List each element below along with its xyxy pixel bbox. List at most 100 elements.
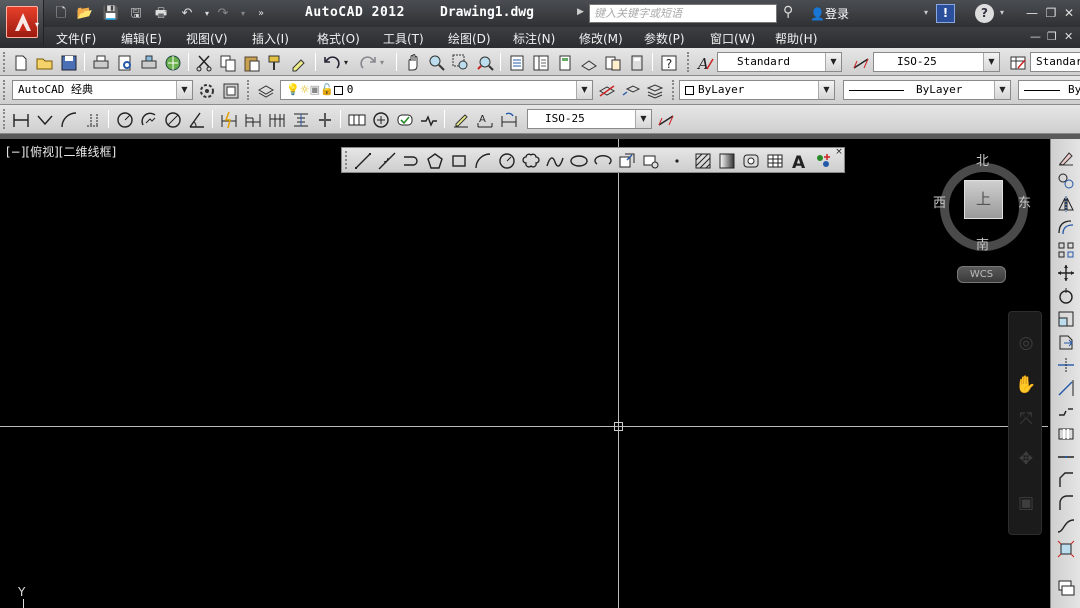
- mirror-icon[interactable]: [1055, 193, 1075, 213]
- plot-icon[interactable]: [90, 52, 110, 72]
- undo-icon[interactable]: [321, 52, 341, 72]
- compass-south[interactable]: 南: [976, 234, 989, 253]
- toolbar-grip[interactable]: [247, 80, 252, 100]
- inspection-icon[interactable]: [394, 109, 414, 129]
- freeze-viewport-icon[interactable]: ▣: [310, 83, 320, 96]
- redo-icon[interactable]: [357, 52, 377, 72]
- save-icon[interactable]: 💾: [102, 5, 120, 22]
- redo-dropdown-icon[interactable]: ▾: [234, 5, 252, 22]
- polyline-icon[interactable]: [400, 150, 420, 170]
- menu-edit[interactable]: 编辑(E): [121, 30, 162, 47]
- toolbar-grip[interactable]: [3, 80, 8, 100]
- ordinate-dimension-icon[interactable]: [82, 109, 102, 129]
- menu-format[interactable]: 格式(O): [317, 30, 360, 47]
- trim-icon[interactable]: [1055, 354, 1075, 374]
- arc-icon[interactable]: [472, 150, 492, 170]
- explode-icon[interactable]: [1055, 538, 1075, 558]
- menu-parameters[interactable]: 参数(P): [644, 30, 685, 47]
- table-style-icon[interactable]: [1007, 52, 1027, 72]
- save-as-icon[interactable]: 🖫: [127, 5, 145, 22]
- angular-dimension-icon[interactable]: [186, 109, 206, 129]
- design-center-icon[interactable]: [530, 52, 550, 72]
- menu-file[interactable]: 文件(F): [56, 30, 96, 47]
- layer-previous-icon[interactable]: [620, 80, 641, 100]
- compass-north[interactable]: 北: [976, 150, 989, 169]
- toolbar-grip[interactable]: [3, 109, 8, 129]
- break-icon[interactable]: [1055, 423, 1075, 443]
- paste-icon[interactable]: [241, 52, 261, 72]
- open-file-icon[interactable]: 📂: [76, 5, 94, 22]
- join-icon[interactable]: [1055, 446, 1075, 466]
- tool-palettes-icon[interactable]: [554, 52, 574, 72]
- menu-dimension[interactable]: 标注(N): [513, 30, 555, 47]
- erase-icon[interactable]: [1055, 147, 1075, 167]
- table-icon[interactable]: [764, 150, 784, 170]
- spline-icon[interactable]: [544, 150, 564, 170]
- dimension-update-icon[interactable]: [498, 109, 518, 129]
- viewcube-top-face[interactable]: 上: [964, 180, 1003, 219]
- dimension-style-icon[interactable]: [655, 109, 675, 129]
- stretch-icon[interactable]: [1055, 331, 1075, 351]
- make-object-layer-current-icon[interactable]: [596, 80, 616, 100]
- continue-dimension-icon[interactable]: [266, 109, 286, 129]
- open-icon[interactable]: [34, 52, 54, 72]
- redo-dropdown-icon[interactable]: ▾: [379, 52, 389, 72]
- plot-preview-icon[interactable]: [114, 52, 134, 72]
- application-menu-button[interactable]: ▾: [0, 0, 44, 46]
- layer-state-icon[interactable]: [644, 80, 664, 100]
- dimension-edit-icon[interactable]: [450, 109, 470, 129]
- search-expand-icon[interactable]: ▶: [577, 7, 584, 17]
- text-style-icon[interactable]: A: [694, 52, 714, 73]
- rotate-icon[interactable]: [1055, 285, 1075, 305]
- new-icon[interactable]: [10, 52, 30, 72]
- toolbar-grip[interactable]: [345, 151, 350, 169]
- dimension-style-control[interactable]: ISO-25 ▼: [527, 109, 652, 129]
- text-style-select[interactable]: Standard ▼: [717, 52, 842, 72]
- jogged-linear-icon[interactable]: [418, 109, 438, 129]
- revision-cloud-icon[interactable]: [520, 150, 540, 170]
- layer-properties-icon[interactable]: [255, 80, 275, 100]
- pan-hand-icon[interactable]: [402, 52, 422, 72]
- multiline-text-icon[interactable]: A: [788, 150, 808, 171]
- workspace-select[interactable]: AutoCAD 经典 ▼: [12, 80, 193, 100]
- restore-icon[interactable]: ❐: [1044, 6, 1058, 20]
- point-icon[interactable]: [666, 150, 686, 170]
- zoom-window-icon[interactable]: [450, 52, 470, 72]
- table-style-select[interactable]: Standard: [1030, 52, 1080, 72]
- linear-dimension-icon[interactable]: [10, 109, 30, 129]
- region-icon[interactable]: [740, 150, 760, 170]
- quick-dimension-icon[interactable]: [218, 109, 238, 129]
- minimize-icon[interactable]: —: [1025, 6, 1039, 20]
- doc-minimize-icon[interactable]: —: [1030, 30, 1041, 43]
- publish-icon[interactable]: [138, 52, 158, 72]
- save-icon[interactable]: [58, 52, 78, 72]
- menu-draw[interactable]: 绘图(D): [448, 30, 491, 47]
- layer-select[interactable]: 💡☼▣🔓 0 ▼: [280, 80, 593, 100]
- jogged-dimension-icon[interactable]: [138, 109, 158, 129]
- zoom-previous-icon[interactable]: [474, 52, 494, 72]
- gradient-icon[interactable]: [716, 150, 736, 170]
- login-button[interactable]: 👤登录: [810, 5, 849, 22]
- array-icon[interactable]: [1055, 239, 1075, 259]
- login-dropdown-icon[interactable]: ▾: [924, 8, 928, 17]
- tolerance-icon[interactable]: [346, 109, 366, 129]
- markup-icon[interactable]: [602, 52, 622, 72]
- hatch-icon[interactable]: [692, 150, 712, 170]
- dimension-style-icon[interactable]: [850, 52, 870, 72]
- zoom-extents-icon[interactable]: ⤧: [1015, 408, 1037, 430]
- linetype-select[interactable]: ByLayer ▼: [843, 80, 1011, 100]
- insert-block-icon[interactable]: [616, 150, 636, 170]
- viewcube[interactable]: 上 北 南 东 西: [932, 145, 1044, 257]
- close-icon[interactable]: ×: [834, 148, 844, 158]
- dimension-text-edit-icon[interactable]: A: [474, 109, 494, 129]
- ellipse-arc-icon[interactable]: [592, 150, 612, 170]
- toolbar-grip[interactable]: [687, 52, 692, 72]
- make-block-icon[interactable]: [640, 150, 660, 170]
- toolbar-grip[interactable]: [3, 52, 8, 72]
- help-icon[interactable]: ?: [975, 4, 994, 23]
- offset-icon[interactable]: [1055, 216, 1075, 236]
- color-select[interactable]: ByLayer ▼: [679, 80, 835, 100]
- add-selected-icon[interactable]: [812, 150, 832, 170]
- center-mark-icon[interactable]: [370, 109, 390, 129]
- showmotion-icon[interactable]: ▣: [1015, 492, 1037, 514]
